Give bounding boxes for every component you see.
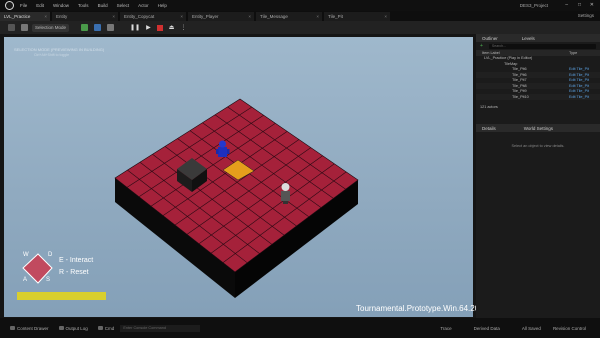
add-filter-icon[interactable]: + <box>480 43 483 49</box>
output-log-icon <box>58 326 64 330</box>
status-bar: Content Drawer Output Log Cmd Enter Cons… <box>0 318 600 338</box>
trace-button[interactable]: Trace <box>440 326 451 331</box>
row-type-link[interactable]: Edit Tile_Pit <box>569 73 589 77</box>
outliner-search-input[interactable]: Search... <box>488 43 596 49</box>
copycat-character <box>281 183 290 204</box>
content-drawer-label: Content Drawer <box>17 325 49 331</box>
row-name: Tile_Pit6 <box>512 67 527 72</box>
legend-reset: R - Reset <box>59 269 89 276</box>
console-input[interactable]: Enter Console Command <box>120 324 201 332</box>
outliner-panel: Outliner Levels + Search... Item Label T… <box>476 34 600 125</box>
details-panel: Details World Settings Select an object … <box>476 124 600 318</box>
content-drawer-icon <box>10 326 15 330</box>
revision-control-button[interactable]: Revision Control <box>553 326 586 331</box>
cmd-icon <box>97 326 103 330</box>
build-label: Tournamental.Prototype.Win.64.2024 <box>356 304 489 313</box>
row-type-link[interactable]: Edit Tile_Pit <box>569 84 589 88</box>
derived-data-button[interactable]: Derived Data <box>474 326 500 331</box>
row-name: Tile_Pit9 <box>512 89 527 94</box>
key-d: D <box>48 252 53 258</box>
outliner-tabs: Outliner Levels <box>476 34 600 42</box>
revision-control-label: Revision Control <box>552 325 586 331</box>
row-name: Tile_Pit6 <box>512 72 527 77</box>
row-type-link[interactable]: Edit Tile_Pit <box>569 67 589 71</box>
derived-data-label: Derived Data <box>473 325 500 331</box>
col-item-label[interactable]: Item Label <box>482 51 500 55</box>
row-name: Tile_Pit8 <box>512 83 527 88</box>
content-drawer-button[interactable]: Content Drawer <box>10 326 49 331</box>
tab-world-settings[interactable]: World Settings <box>524 126 553 131</box>
outliner-search-row: + Search... <box>476 42 600 50</box>
board-top <box>114 98 359 273</box>
tab-details[interactable]: Details <box>482 126 496 131</box>
output-log-label: Output Log <box>65 325 88 331</box>
trace-label: Trace <box>440 325 452 331</box>
row-type-link[interactable]: Edit Tile_Pit <box>569 89 589 93</box>
row-type-link[interactable]: Edit Tile_Pit <box>569 78 589 82</box>
row-name: Tile_Pit10 <box>512 94 529 99</box>
outliner-row[interactable]: Tile_Pit10 Edit Tile_Pit <box>476 94 600 100</box>
tab-levels[interactable]: Levels <box>522 36 535 41</box>
key-s: S <box>46 277 51 283</box>
col-type[interactable]: Type <box>569 51 577 55</box>
legend-interact: E - Interact <box>59 257 94 264</box>
cmd-label: Cmd <box>104 325 115 331</box>
row-name: Tile_Pit7 <box>512 78 527 83</box>
details-tabs: Details World Settings <box>476 124 600 132</box>
tab-outliner[interactable]: Outliner <box>482 36 498 41</box>
health-bar <box>17 292 106 300</box>
outliner-rows: Tile_Pit6 Edit Tile_Pit Tile_Pit6 Edit Tile… <box>476 67 600 100</box>
output-log-button[interactable]: Output Log <box>58 325 88 331</box>
actor-count: 121 actors <box>480 105 498 110</box>
details-empty: Select an object to view details. <box>511 144 565 148</box>
row-type-link[interactable]: Edit Tile_Pit <box>569 95 589 99</box>
all-saved-button[interactable]: All Saved <box>522 326 541 331</box>
all-saved-label: All Saved <box>521 325 541 331</box>
cmd-dropdown[interactable]: Cmd <box>97 325 115 331</box>
key-w: W <box>23 252 29 258</box>
key-a: A <box>23 277 28 283</box>
